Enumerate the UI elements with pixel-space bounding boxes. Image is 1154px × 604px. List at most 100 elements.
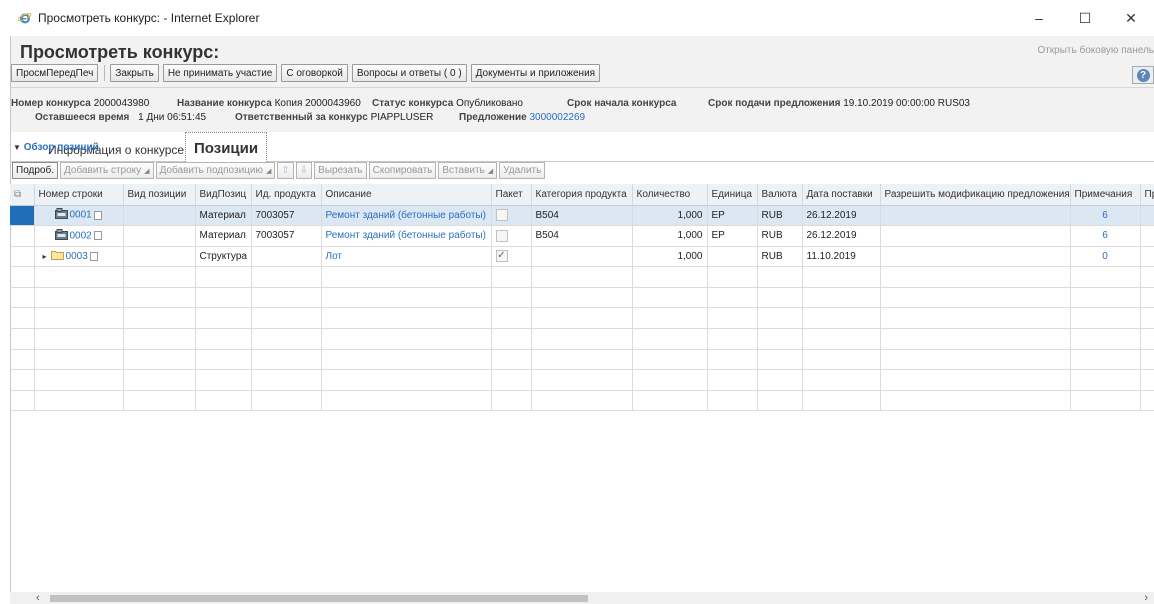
cell-delivery-date: 26.12.2019 bbox=[802, 205, 881, 227]
col-header-item-kind[interactable]: Вид позиции bbox=[123, 184, 196, 206]
col-header-notes[interactable]: Примечания bbox=[1070, 184, 1141, 206]
empty-cell bbox=[880, 390, 1071, 412]
col-header-currency[interactable]: Валюта bbox=[757, 184, 803, 206]
empty-cell bbox=[10, 266, 35, 288]
col-header-unit[interactable]: Единица bbox=[707, 184, 758, 206]
print-preview-button[interactable]: ПросмПередПеч bbox=[11, 64, 99, 82]
line-number-link[interactable]: 0002 bbox=[70, 231, 92, 242]
table-row[interactable]: 0001 Материал 7003057 Ремонт зданий (бетонн… bbox=[10, 205, 1154, 227]
rfx-status-value: Опубликовано bbox=[456, 98, 523, 109]
col-header-product-category[interactable]: Категория продукта bbox=[531, 184, 633, 206]
empty-cell bbox=[707, 307, 758, 330]
empty-cell bbox=[632, 307, 708, 330]
help-button[interactable]: ? bbox=[1132, 66, 1154, 84]
cell-allow-modification bbox=[880, 246, 1071, 268]
tab-items[interactable]: Позиции bbox=[185, 132, 268, 162]
rfx-number-value: 2000043980 bbox=[93, 98, 150, 109]
move-down-button[interactable]: ⇩ bbox=[295, 162, 313, 179]
col-header-package[interactable]: Пакет bbox=[491, 184, 532, 206]
items-overview-toggle[interactable]: ▼ Обзор позиций bbox=[13, 142, 99, 153]
column-settings-icon[interactable]: ⧉ bbox=[10, 184, 35, 206]
window-title: Просмотреть конкурс: - Internet Explorer bbox=[38, 11, 260, 25]
copy-button[interactable]: Скопировать bbox=[368, 162, 437, 179]
col-header-allow-modification[interactable]: Разрешить модификацию предложения bbox=[880, 184, 1071, 206]
horizontal-scrollbar[interactable]: ‹ › bbox=[10, 592, 1154, 604]
scroll-left-icon[interactable]: ‹ bbox=[36, 592, 40, 604]
col-header-line-number[interactable]: Номер строки bbox=[34, 184, 124, 206]
cut-button[interactable]: Вырезать bbox=[314, 162, 367, 179]
empty-cell bbox=[1140, 349, 1154, 371]
items-toolbar: Подроб. Добавить строку ◢ Добавить подпоз… bbox=[12, 162, 547, 179]
maximize-button[interactable]: ☐ bbox=[1062, 0, 1108, 36]
col-header-delivery-date[interactable]: Дата поставки bbox=[802, 184, 881, 206]
cell-category: B504 bbox=[531, 205, 633, 227]
col-header-quantity[interactable]: Количество bbox=[632, 184, 708, 206]
open-side-panel-link[interactable]: Открыть боковую панель bbox=[1037, 45, 1154, 56]
details-button[interactable]: Подроб. bbox=[12, 162, 58, 179]
cell-line-number: 0002 bbox=[34, 225, 124, 247]
empty-cell bbox=[802, 390, 881, 412]
empty-cell bbox=[802, 369, 881, 391]
delete-button[interactable]: Удалить bbox=[499, 162, 546, 179]
row-selector[interactable] bbox=[10, 225, 35, 247]
cell-allow-modification bbox=[880, 205, 1071, 227]
col-header-description[interactable]: Описание bbox=[321, 184, 492, 206]
deadline-value: 19.10.2019 00:00:00 RUS03 bbox=[843, 98, 970, 109]
empty-cell bbox=[195, 307, 252, 330]
close-window-button[interactable]: ✕ bbox=[1108, 0, 1154, 36]
package-checkbox[interactable]: ✓ bbox=[495, 250, 508, 263]
cell-allow-modification bbox=[880, 225, 1071, 247]
empty-cell bbox=[757, 328, 803, 350]
col-header-truncated[interactable]: Пр bbox=[1140, 184, 1154, 206]
decline-participation-button[interactable]: Не принимать участие bbox=[162, 64, 278, 82]
description-link[interactable]: Ремонт зданий (бетонные работы) bbox=[326, 230, 486, 241]
notes-link[interactable]: 6 bbox=[1102, 230, 1108, 241]
items-table: ⧉ Номер строки Вид позиции ВидПозиц Ид. … bbox=[10, 184, 1154, 412]
scrollbar-thumb[interactable] bbox=[50, 595, 588, 602]
empty-cell bbox=[707, 287, 758, 309]
empty-cell bbox=[707, 328, 758, 350]
detail-doc-icon[interactable] bbox=[89, 251, 98, 261]
rfx-number-label: Номер конкурса bbox=[11, 98, 91, 109]
empty-cell bbox=[707, 266, 758, 288]
description-link[interactable]: Лот bbox=[326, 251, 342, 262]
material-icon bbox=[54, 228, 68, 243]
empty-cell bbox=[880, 349, 1071, 371]
offer-link[interactable]: 3000002269 bbox=[529, 112, 585, 123]
scroll-right-icon[interactable]: › bbox=[1144, 592, 1148, 604]
empty-cell bbox=[10, 287, 35, 309]
col-header-product-id[interactable]: Ид. продукта bbox=[251, 184, 322, 206]
empty-cell bbox=[321, 328, 492, 350]
responsible-value: PIAPPLUSER bbox=[370, 112, 434, 123]
notes-link[interactable]: 0 bbox=[1102, 251, 1108, 262]
with-reservation-button[interactable]: С оговоркой bbox=[281, 64, 348, 82]
col-header-position-type[interactable]: ВидПозиц bbox=[195, 184, 252, 206]
notes-link[interactable]: 6 bbox=[1102, 210, 1108, 221]
questions-answers-button[interactable]: Вопросы и ответы ( 0 ) bbox=[351, 64, 467, 82]
detail-doc-icon[interactable] bbox=[93, 210, 102, 220]
package-checkbox[interactable] bbox=[495, 209, 508, 222]
expand-arrow-icon[interactable]: ▸ bbox=[43, 252, 47, 261]
table-row[interactable]: 0002 Материал 7003057 Ремонт зданий (бетонн… bbox=[10, 225, 1154, 247]
row-selector[interactable] bbox=[10, 246, 35, 268]
paste-button[interactable]: Вставить ◢ bbox=[438, 162, 498, 179]
cell-category bbox=[531, 246, 633, 268]
description-link[interactable]: Ремонт зданий (бетонные работы) bbox=[326, 210, 486, 221]
cell-line-number: 0001 bbox=[34, 205, 124, 227]
package-checkbox[interactable] bbox=[495, 229, 508, 242]
close-button[interactable]: Закрыть bbox=[110, 64, 159, 82]
line-number-link[interactable]: 0003 bbox=[66, 251, 88, 262]
add-subposition-button[interactable]: Добавить подпозицию ◢ bbox=[155, 162, 276, 179]
minimize-button[interactable]: – bbox=[1016, 0, 1062, 36]
add-row-button[interactable]: Добавить строку ◢ bbox=[60, 162, 154, 179]
documents-attachments-button[interactable]: Документы и приложения bbox=[470, 64, 601, 82]
empty-cell bbox=[34, 287, 124, 309]
start-date-label: Срок начала конкурса bbox=[567, 98, 677, 109]
table-row[interactable]: ▸ 0003 Структура Лот ✓ 1,000 RUB 11.10.2019 0 bbox=[10, 246, 1154, 268]
cell-delivery-date: 26.12.2019 bbox=[802, 225, 881, 247]
row-selector[interactable] bbox=[10, 205, 35, 227]
move-up-button[interactable]: ⇧ bbox=[277, 162, 294, 179]
detail-doc-icon[interactable] bbox=[93, 231, 102, 241]
line-number-link[interactable]: 0001 bbox=[70, 210, 92, 221]
empty-cell bbox=[321, 307, 492, 330]
